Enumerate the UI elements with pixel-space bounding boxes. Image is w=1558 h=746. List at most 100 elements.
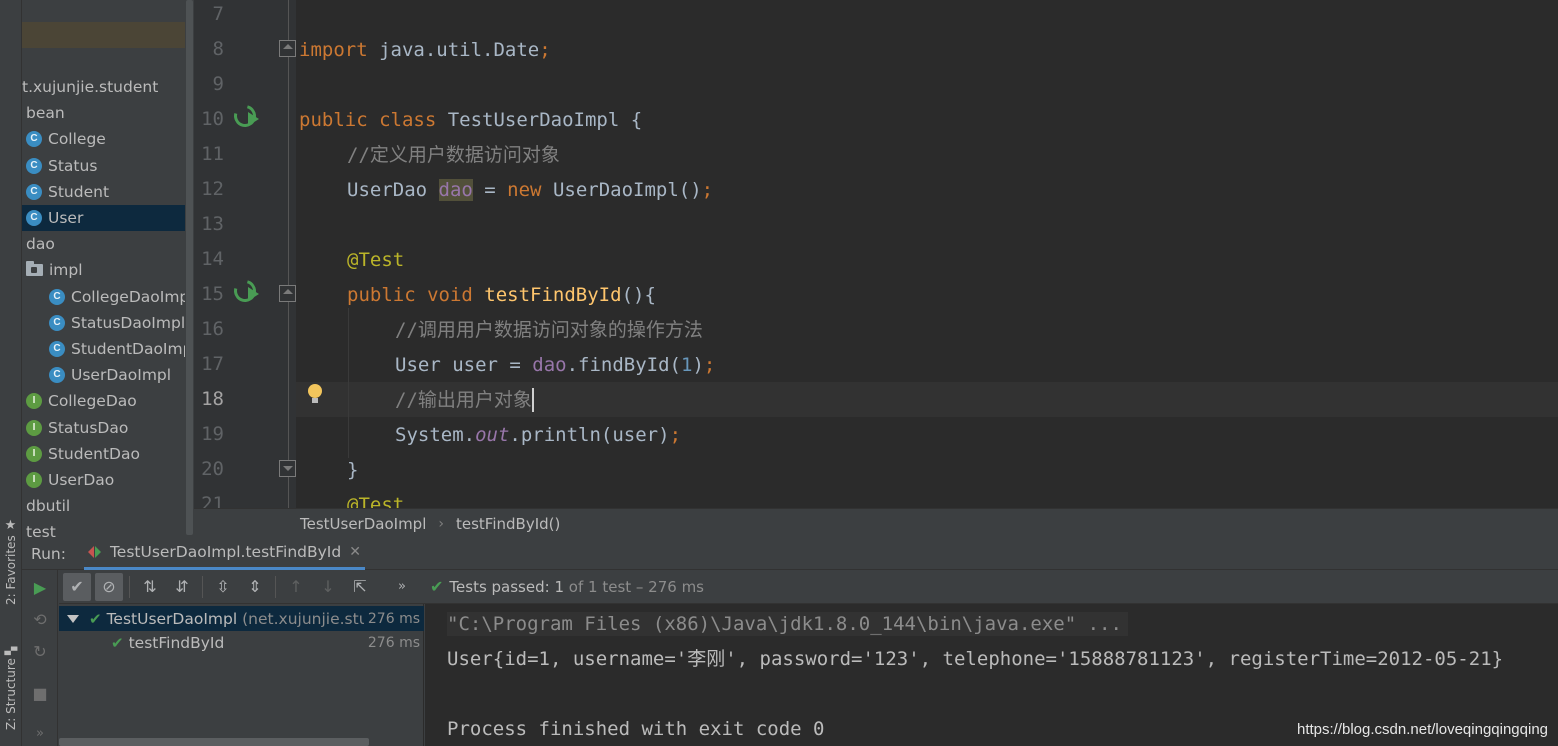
code-line-16: //调用用户数据访问对象的操作方法 xyxy=(395,319,703,341)
code-line-15: public void testFindById(){ xyxy=(347,284,656,306)
tree-header-row xyxy=(22,22,185,48)
interface-icon: I xyxy=(26,419,42,436)
test-suite-row[interactable]: ✔ TestUserDaoImpl (net.xujunjie.stude 27… xyxy=(59,606,424,631)
code-line-21: @Test xyxy=(347,494,405,508)
test-suite-name: TestUserDaoImpl xyxy=(106,609,238,628)
tree-item[interactable]: impl xyxy=(22,257,185,283)
console-output[interactable]: "C:\Program Files (x86)\Java\jdk1.8.0_14… xyxy=(425,604,1558,746)
run-header: Run: TestUserDaoImpl.testFindById ✕ xyxy=(22,538,1558,570)
breadcrumb-class[interactable]: TestUserDaoImpl xyxy=(300,515,426,533)
test-case-time: 276 ms xyxy=(367,634,420,651)
more-toolbar-icon[interactable]: » xyxy=(388,573,416,601)
breadcrumb-method[interactable]: testFindById() xyxy=(456,515,560,533)
check-icon: ✔ xyxy=(89,609,102,628)
code-editor[interactable]: 7 8 9 10 11 12 13 14 15 16 17 18 19 20 21 import java.… xyxy=(194,0,1558,508)
tree-item-label: dbutil xyxy=(26,497,71,516)
favorites-tool-tab[interactable]: 2: Favorites ★ xyxy=(1,512,21,608)
class-icon: C xyxy=(49,288,65,305)
show-ignored-icon[interactable]: ⊘ xyxy=(95,572,123,601)
structure-tool-tab[interactable]: Z: Structure ▚ xyxy=(1,632,21,742)
tree-item[interactable]: t.xujunjie.student xyxy=(22,74,185,100)
show-passed-icon[interactable]: ✔ xyxy=(63,572,91,601)
tree-item-label: CollegeDaoImpl xyxy=(71,287,185,306)
sort-alpha-icon[interactable]: ⇅ xyxy=(136,573,164,601)
tree-item-label: test xyxy=(26,523,56,538)
intention-bulb-icon[interactable] xyxy=(308,384,322,403)
close-icon[interactable]: ✕ xyxy=(349,544,361,560)
toggle-auto-test-icon[interactable]: ↻ xyxy=(30,642,50,662)
tree-item[interactable]: dao xyxy=(22,231,185,257)
line-number: 9 xyxy=(212,73,224,95)
code-line-20: } xyxy=(347,459,359,481)
test-status: ✔ Tests passed: 1 of 1 test – 276 ms xyxy=(430,577,704,596)
test-tree-scrollbar[interactable] xyxy=(59,738,369,746)
tree-item[interactable]: I StudentDao xyxy=(22,441,185,467)
expand-all-icon[interactable]: ⇳ xyxy=(209,573,237,601)
line-number: 18 xyxy=(201,388,224,410)
collapse-all-icon[interactable]: ⇕ xyxy=(241,573,269,601)
tree-item[interactable]: I StatusDao xyxy=(22,415,185,441)
run-config-tab[interactable]: TestUserDaoImpl.testFindById ✕ xyxy=(83,538,365,570)
export-results-icon[interactable]: ⇱ xyxy=(346,573,374,601)
tree-item[interactable]: C StudentDaoImpl xyxy=(22,336,185,362)
fold-marker[interactable] xyxy=(279,40,296,57)
stop-icon[interactable]: ■ xyxy=(30,684,50,704)
test-suite-time: 276 ms xyxy=(363,610,420,627)
console-line-command: "C:\Program Files (x86)\Java\jdk1.8.0_14… xyxy=(447,612,1128,636)
rerun-failed-icon[interactable]: ⟲ xyxy=(30,610,50,630)
tree-item-label: dao xyxy=(26,235,55,254)
fold-marker[interactable] xyxy=(279,460,296,477)
tree-item-label: StudentDao xyxy=(48,444,140,463)
chevron-down-icon[interactable] xyxy=(67,614,79,623)
line-number: 13 xyxy=(201,213,224,235)
tree-item[interactable]: C College xyxy=(22,126,185,152)
tree-item[interactable]: C Student xyxy=(22,179,185,205)
tree-item-label: StatusDao xyxy=(48,418,129,437)
line-number: 7 xyxy=(212,3,224,25)
tree-item[interactable]: test xyxy=(22,519,185,538)
class-icon: C xyxy=(26,157,42,174)
check-icon: ✔ xyxy=(111,633,124,652)
project-tree: t.xujunjie.student bean C College C Status C St… xyxy=(22,0,194,538)
code-line-8: import java.util.Date; xyxy=(299,39,551,61)
tree-item[interactable]: C User xyxy=(22,205,185,231)
run-tab-title: TestUserDaoImpl.testFindById xyxy=(109,543,342,561)
project-tree-scrollbar[interactable] xyxy=(185,0,194,538)
tree-item-label: User xyxy=(48,209,84,227)
rerun-play-icon[interactable]: ▶ xyxy=(30,578,50,598)
tree-item[interactable]: I UserDao xyxy=(22,467,185,493)
tree-item[interactable]: C StatusDaoImpl xyxy=(22,310,185,336)
test-case-row[interactable]: ✔ testFindById 276 ms xyxy=(59,630,424,655)
line-number: 14 xyxy=(201,248,224,270)
previous-occurrence-icon[interactable]: ↑ xyxy=(282,573,310,601)
tree-item[interactable]: I CollegeDao xyxy=(22,388,185,414)
run-label: Run: xyxy=(31,544,66,563)
tree-item-label: StudentDaoImpl xyxy=(71,340,185,358)
tree-item[interactable]: C Status xyxy=(22,153,185,179)
status-count: 1 xyxy=(554,577,565,596)
run-class-gutter-icon[interactable] xyxy=(229,100,262,132)
code-line-12: UserDao dao = new UserDaoImpl(); xyxy=(347,179,714,201)
line-number: 12 xyxy=(201,178,224,200)
next-occurrence-icon[interactable]: ↓ xyxy=(314,573,342,601)
code-line-14: @Test xyxy=(347,249,405,271)
run-tool-window: Run: TestUserDaoImpl.testFindById ✕ ▶ ⟲ … xyxy=(22,538,1558,746)
tree-item[interactable]: C CollegeDaoImpl xyxy=(22,284,185,310)
tree-item-label: Status xyxy=(48,156,98,175)
sort-duration-icon[interactable]: ⇵ xyxy=(168,573,196,601)
line-number: 10 xyxy=(201,108,224,130)
fold-marker[interactable] xyxy=(279,285,296,302)
structure-icon: ▚ xyxy=(4,646,18,656)
tree-item-label: Student xyxy=(48,182,110,201)
tree-item-label: impl xyxy=(49,261,83,280)
more-actions-icon[interactable]: » xyxy=(30,724,50,744)
run-toolbar: ✔ ⊘ ⇅ ⇵ ⇳ ⇕ ↑ ↓ ⇱ » ✔ Tests passed: 1 of… xyxy=(59,570,1558,604)
tree-item-label: StatusDaoImpl xyxy=(71,313,185,332)
tree-item[interactable]: dbutil xyxy=(22,493,185,519)
line-number: 21 xyxy=(201,493,224,508)
interface-icon: I xyxy=(26,445,42,462)
chevron-right-icon: › xyxy=(438,515,444,532)
tree-item[interactable]: C UserDaoImpl xyxy=(22,362,185,388)
run-test-gutter-icon[interactable] xyxy=(229,275,262,307)
tree-item[interactable]: bean xyxy=(22,100,185,126)
